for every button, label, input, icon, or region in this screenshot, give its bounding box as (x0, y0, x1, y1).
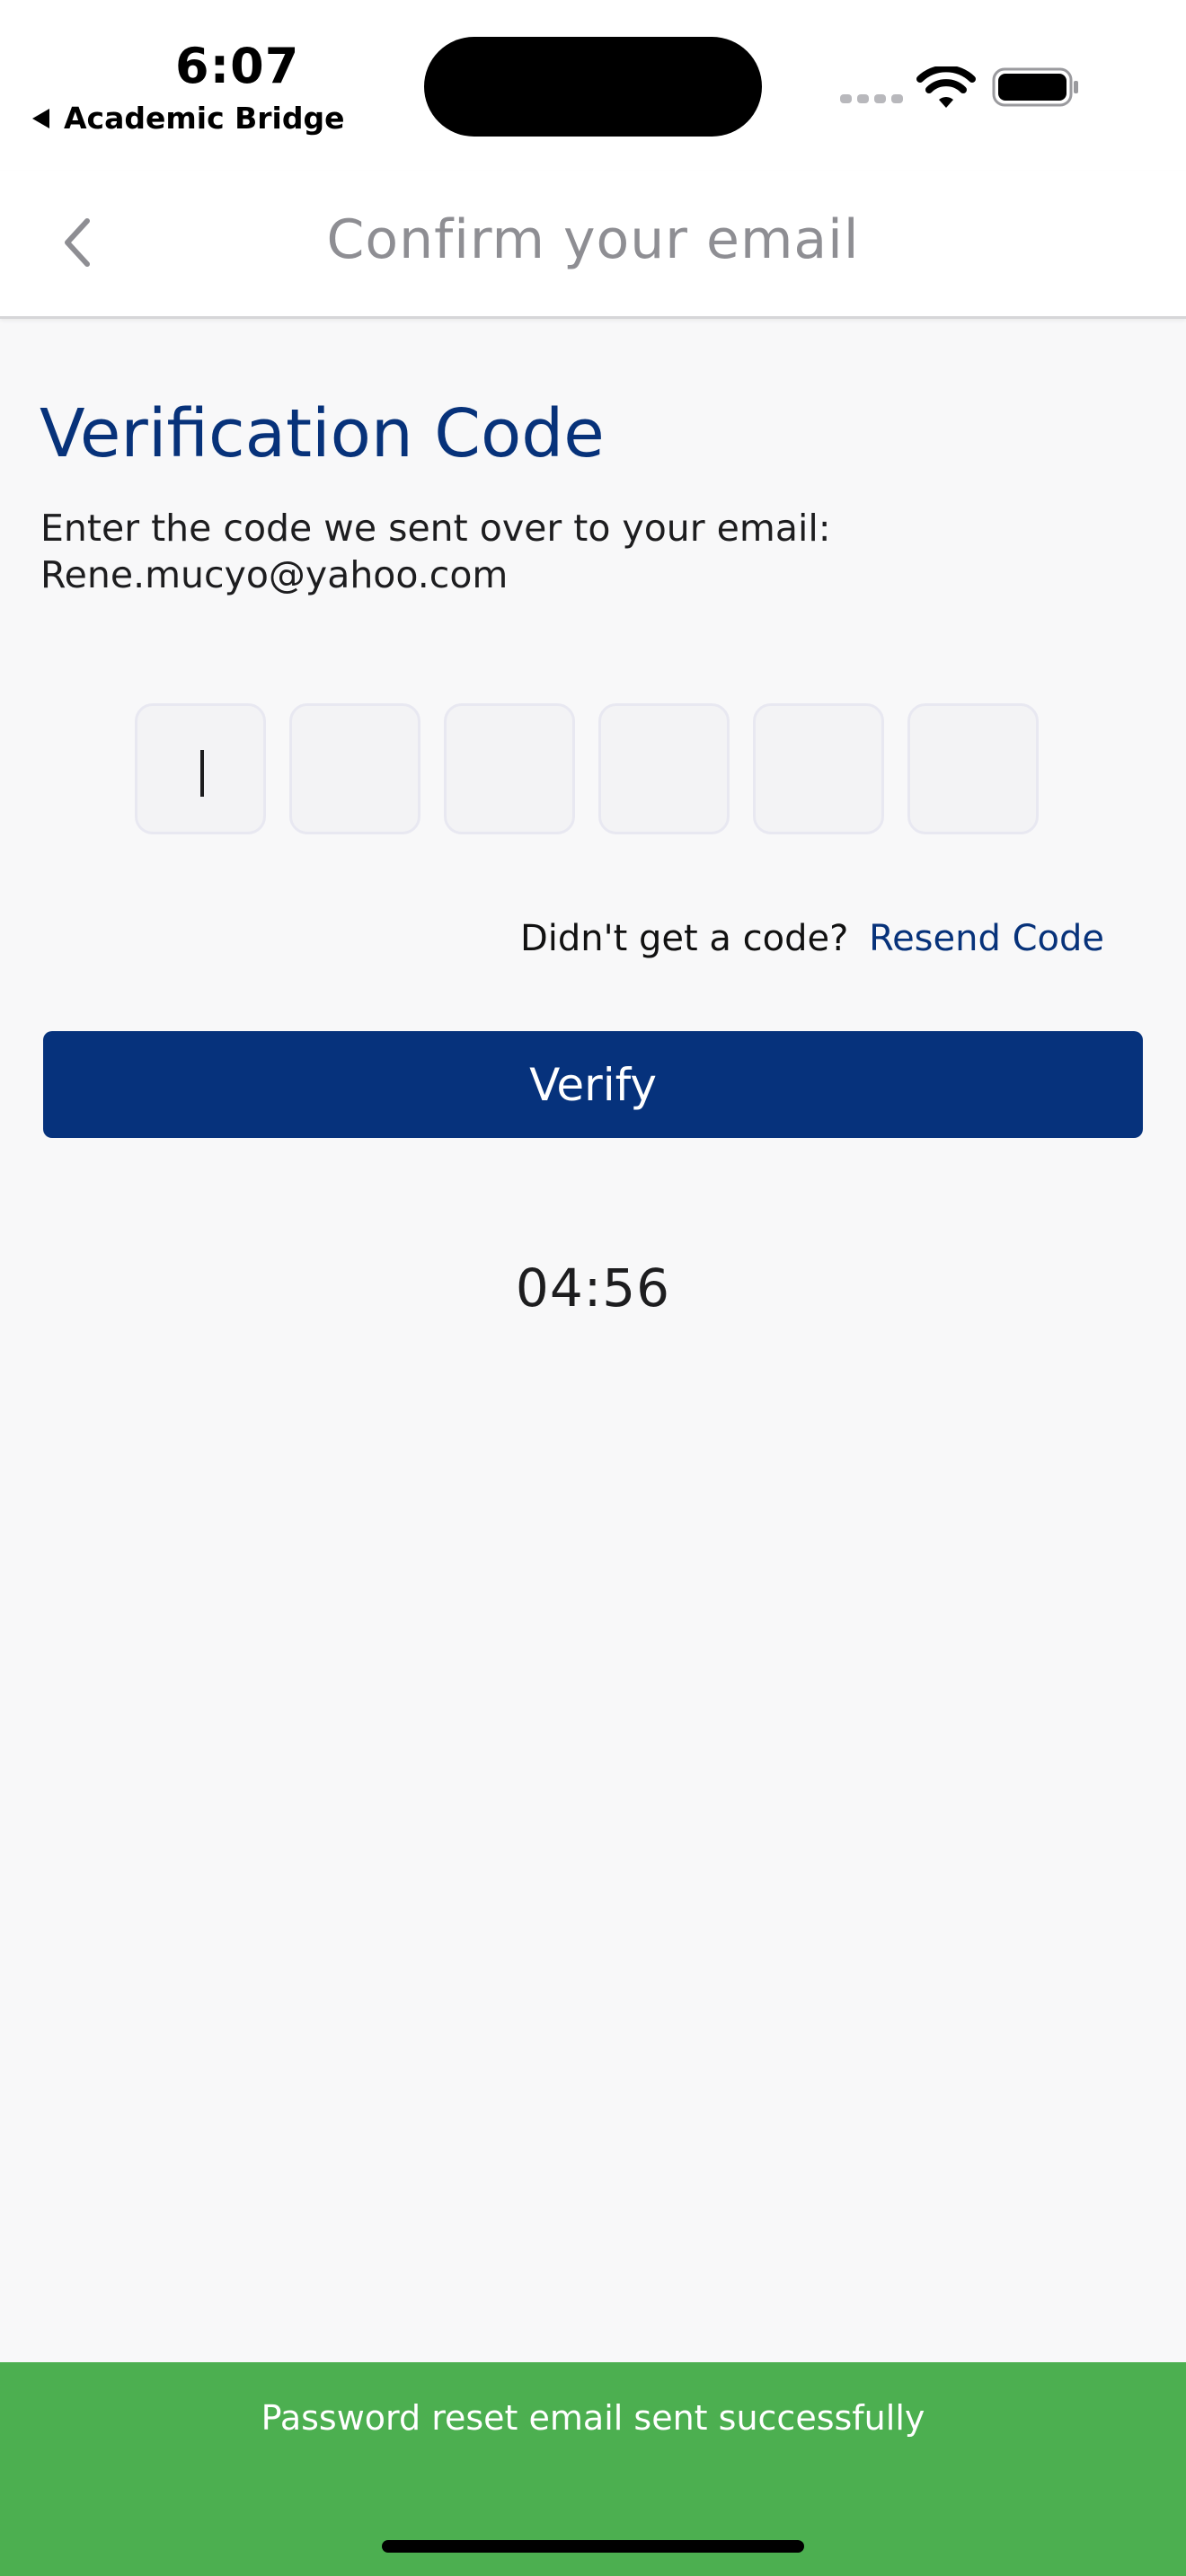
battery-icon (992, 67, 1078, 107)
resend-row: Didn't get a code? Resend Code (520, 918, 1104, 959)
toast-message: Password reset email sent successfully (261, 2398, 925, 2438)
code-digit-5[interactable] (753, 703, 884, 834)
status-time: 6:07 (175, 38, 300, 94)
cellular-signal-icon (840, 94, 903, 103)
countdown-timer: 04:56 (515, 1257, 671, 1319)
page-title: Verification Code (40, 395, 605, 472)
code-digit-3[interactable] (444, 703, 575, 834)
instruction-text: Enter the code we sent over to your emai… (40, 507, 831, 550)
nav-header: Confirm your email (0, 171, 1186, 319)
status-bar: 6:07 Academic Bridge (0, 0, 1186, 171)
email-address: Rene.mucyo@yahoo.com (40, 553, 509, 596)
code-digit-4[interactable] (598, 703, 730, 834)
text-cursor (200, 750, 204, 797)
resend-prompt: Didn't get a code? (519, 918, 849, 959)
home-indicator[interactable] (382, 2540, 804, 2553)
resend-code-link[interactable]: Resend Code (869, 918, 1104, 959)
dynamic-island (424, 37, 762, 137)
code-digit-6[interactable] (907, 703, 1039, 834)
back-to-app-button[interactable]: Academic Bridge (32, 101, 345, 136)
instructions: Enter the code we sent over to your emai… (40, 505, 1119, 598)
back-triangle-icon (32, 108, 49, 128)
verify-button[interactable]: Verify (43, 1031, 1143, 1138)
code-digit-2[interactable] (289, 703, 420, 834)
code-input-row (135, 703, 1039, 834)
success-toast: Password reset email sent successfully (0, 2362, 1186, 2576)
back-to-app-label: Academic Bridge (64, 101, 345, 136)
wifi-icon (916, 66, 976, 108)
nav-title: Confirm your email (326, 208, 860, 271)
